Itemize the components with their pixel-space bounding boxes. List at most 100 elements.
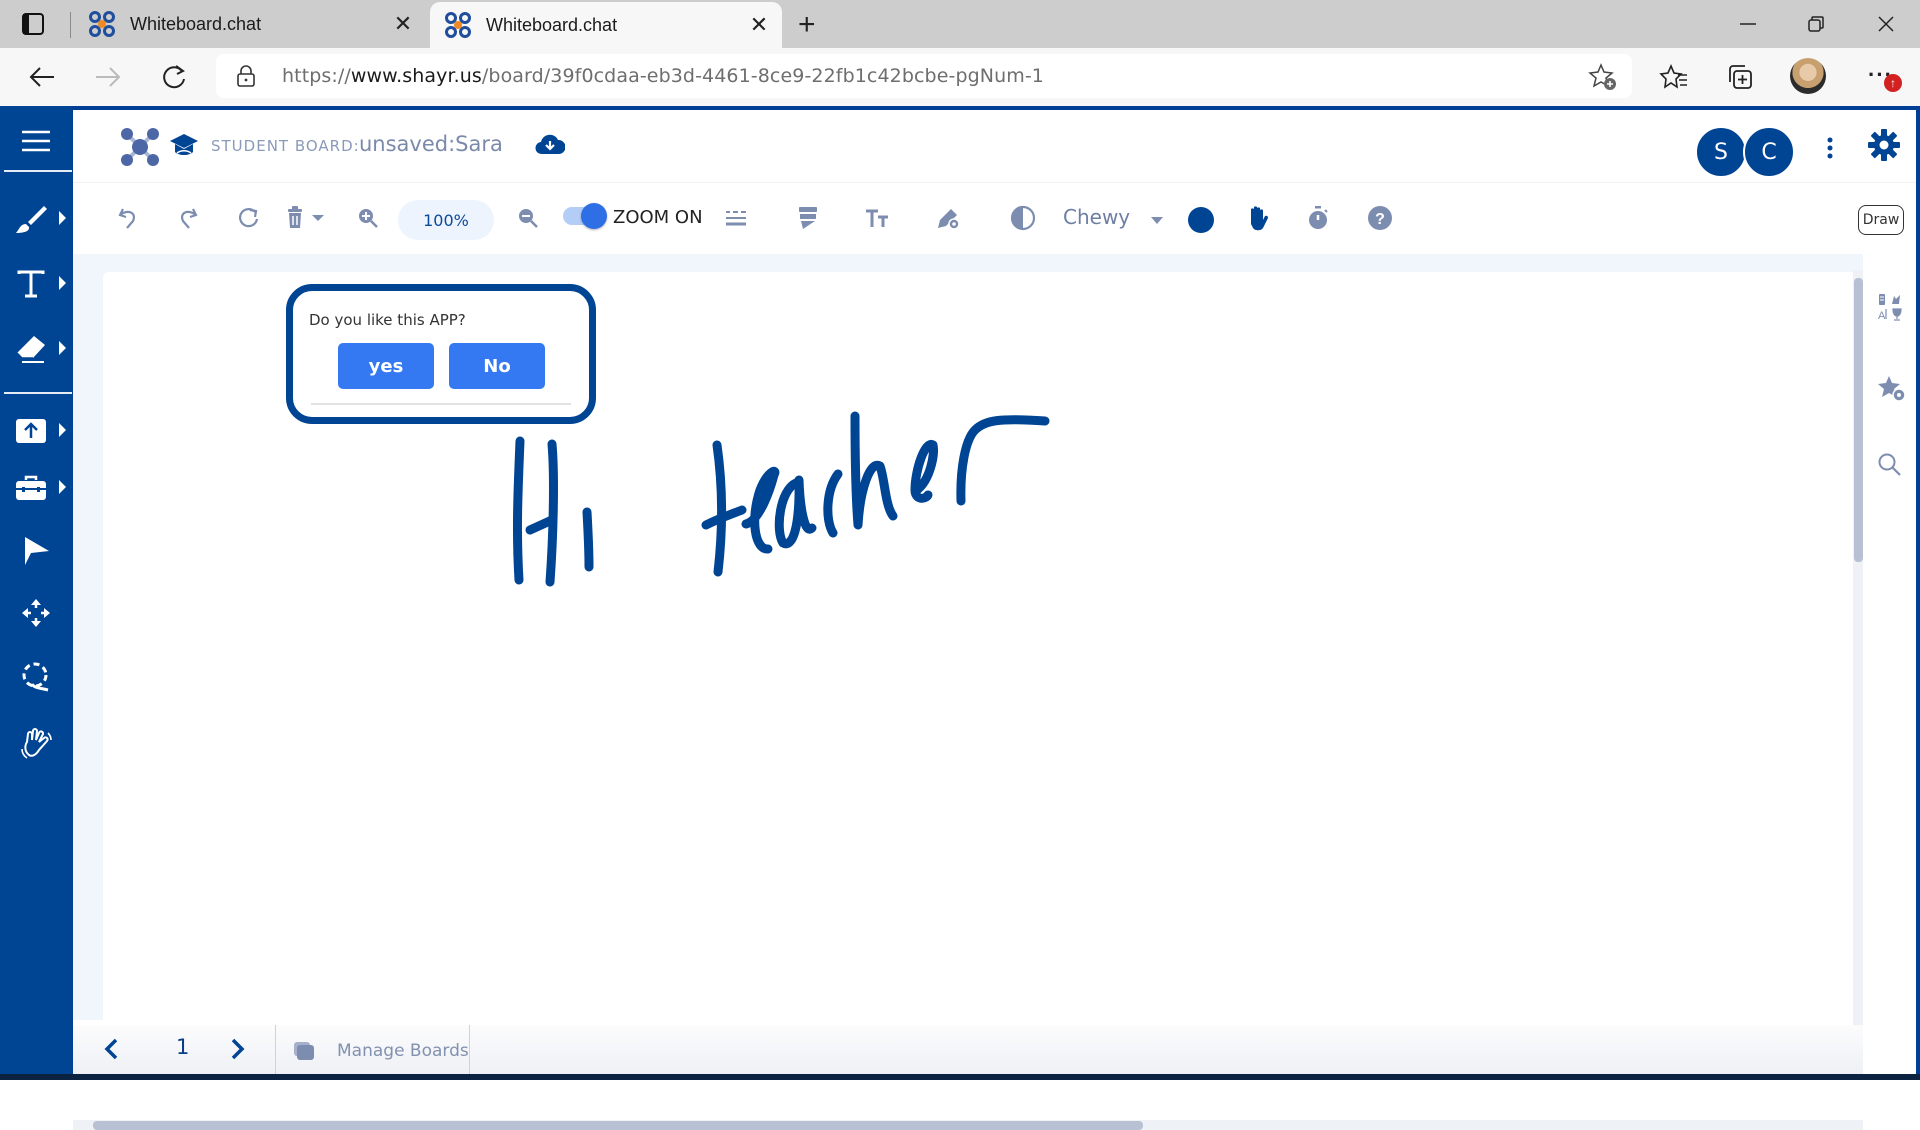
sidebar-item-eraser[interactable]	[0, 324, 72, 374]
minimize-icon[interactable]	[1728, 10, 1768, 38]
hand-button[interactable]	[1243, 201, 1273, 235]
poll-question: Do you like this APP?	[309, 311, 466, 329]
zoom-toggle[interactable]	[563, 203, 607, 229]
refresh-icon	[239, 208, 259, 228]
hand-icon	[1251, 206, 1269, 231]
close-tab-icon[interactable]: ✕	[388, 11, 418, 37]
draw-mode-button[interactable]: Draw	[1858, 205, 1904, 235]
pen-settings-button[interactable]	[933, 201, 963, 235]
undo-button[interactable]	[113, 201, 143, 235]
new-tab-button[interactable]: +	[798, 8, 816, 42]
poll-yes-button[interactable]: yes	[338, 343, 434, 389]
favorite-settings-icon[interactable]	[1877, 374, 1907, 404]
color-picker[interactable]	[1188, 207, 1214, 233]
sidebar-item-select[interactable]	[0, 526, 72, 576]
lock-icon[interactable]	[236, 65, 256, 87]
zoom-out-button[interactable]	[513, 201, 543, 235]
boards-stack-icon	[294, 1041, 314, 1060]
timer-button[interactable]	[1303, 201, 1333, 235]
poll-divider	[311, 403, 571, 405]
tab-actions-icon[interactable]	[20, 12, 48, 36]
undo-icon	[118, 208, 135, 229]
line-style-icon	[726, 211, 746, 226]
add-favorite-icon[interactable]	[1588, 62, 1618, 92]
close-window-icon[interactable]	[1866, 10, 1906, 38]
zoom-toggle-label: ZOOM ON	[613, 207, 703, 228]
chevron-down-icon[interactable]	[1151, 217, 1163, 224]
app-logo-icon[interactable]	[119, 126, 161, 168]
refresh-button[interactable]	[233, 201, 263, 235]
line-style-button[interactable]	[721, 201, 751, 235]
back-icon[interactable]	[24, 60, 60, 94]
sidebar-item-move[interactable]	[0, 588, 72, 638]
sidebar-item-text[interactable]	[0, 259, 72, 309]
previous-page-icon[interactable]	[103, 1037, 119, 1061]
search-icon[interactable]	[1877, 452, 1903, 478]
browser-tab-1[interactable]: Whiteboard.chat ✕	[74, 0, 426, 48]
user-avatar-s[interactable]: S	[1695, 126, 1747, 178]
url-input[interactable]: https://www.shayr.us/board/39f0cdaa-eb3d…	[216, 54, 1632, 98]
eraser-icon	[16, 336, 45, 363]
help-icon: ?	[1368, 206, 1392, 230]
zoom-level[interactable]: 100%	[398, 200, 494, 240]
contrast-button[interactable]	[1008, 201, 1038, 235]
sidebar-item-lasso-zoom[interactable]	[0, 651, 72, 701]
footer-bar: 1 Manage Boards	[73, 1025, 1863, 1076]
svg-text:?: ?	[1375, 211, 1385, 228]
sidebar-item-brush[interactable]	[0, 194, 72, 244]
board-type-label: STUDENT BOARD:	[211, 137, 360, 155]
close-tab-icon[interactable]: ✕	[744, 12, 774, 38]
profile-avatar[interactable]	[1790, 58, 1826, 94]
move-arrows-icon	[22, 599, 50, 627]
text-size-button[interactable]	[863, 201, 893, 235]
help-button[interactable]: ?	[1365, 201, 1395, 235]
brush-icon	[16, 206, 47, 233]
collections-icon[interactable]	[1722, 60, 1758, 94]
svg-text:A: A	[1878, 310, 1886, 322]
sidebar-item-upload[interactable]	[0, 406, 72, 456]
delete-dropdown-button[interactable]	[281, 201, 329, 235]
apps-grid-icon[interactable]: A	[1877, 292, 1905, 322]
redo-button[interactable]	[173, 201, 203, 235]
footer-separator	[469, 1025, 470, 1076]
zoom-in-button[interactable]	[353, 201, 383, 235]
favorites-icon[interactable]	[1656, 60, 1692, 94]
poll-no-button[interactable]: No	[449, 343, 545, 389]
right-panel: A	[1863, 254, 1916, 1075]
browser-tab-2[interactable]: Whiteboard.chat ✕	[430, 2, 782, 48]
hamburger-icon	[22, 130, 50, 152]
lasso-zoom-icon	[22, 662, 49, 692]
sidebar-item-toolbox[interactable]	[0, 463, 72, 513]
settings-gear-icon[interactable]	[1867, 128, 1901, 162]
app-header: STUDENT BOARD: unsaved:Sara S C	[73, 110, 1916, 182]
graduation-cap-icon	[170, 134, 198, 155]
sidebar-divider	[4, 170, 72, 172]
browser-address-bar: https://www.shayr.us/board/39f0cdaa-eb3d…	[0, 48, 1920, 106]
whiteboard-favicon	[89, 11, 115, 37]
forward-icon[interactable]	[90, 60, 126, 94]
main-area: STUDENT BOARD: unsaved:Sara S C 100% ZOO…	[73, 110, 1916, 1130]
manage-boards-button[interactable]: Manage Boards	[293, 1025, 469, 1076]
brush-size-icon	[799, 207, 817, 229]
footer-separator	[275, 1025, 276, 1076]
vertical-scrollbar-thumb[interactable]	[1854, 278, 1863, 562]
tool-sidebar	[0, 106, 72, 1080]
font-select[interactable]: Chewy	[1063, 205, 1130, 229]
whiteboard-app: STUDENT BOARD: unsaved:Sara S C 100% ZOO…	[0, 106, 1920, 1130]
sidebar-menu-button[interactable]	[0, 116, 72, 166]
zoom-in-icon	[359, 209, 378, 228]
user-avatar-c[interactable]: C	[1743, 126, 1795, 178]
next-page-icon[interactable]	[230, 1037, 246, 1061]
submenu-caret-icon	[59, 276, 66, 290]
upload-icon	[16, 419, 46, 443]
pointer-icon	[25, 537, 49, 565]
more-options-icon[interactable]	[1825, 136, 1835, 160]
reload-icon[interactable]	[156, 60, 192, 94]
brush-size-button[interactable]	[793, 201, 823, 235]
trash-icon	[288, 206, 302, 228]
horizontal-scrollbar-thumb[interactable]	[93, 1121, 1143, 1130]
cloud-download-icon[interactable]	[535, 132, 565, 156]
restore-icon[interactable]	[1796, 10, 1836, 38]
drawing-toolbar: 100% ZOOM ON Chewy ? Draw	[73, 182, 1916, 254]
sidebar-item-raise-hand[interactable]	[0, 719, 72, 769]
